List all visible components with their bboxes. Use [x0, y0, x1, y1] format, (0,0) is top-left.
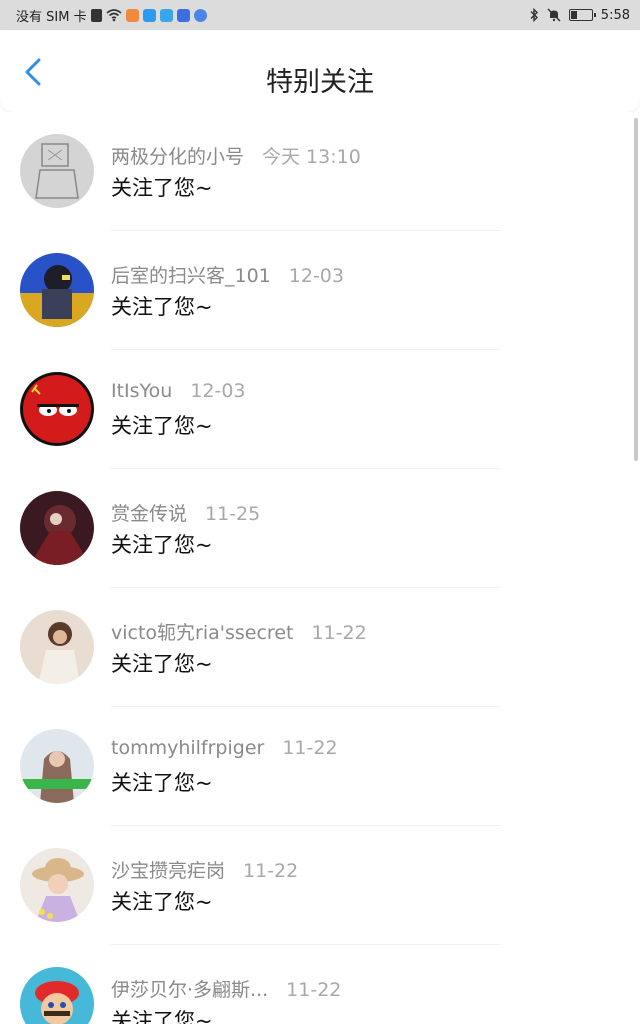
app-browser-icon — [193, 8, 207, 22]
item-header: 后室的扫兴客_101 12-03 — [111, 261, 344, 288]
user-name[interactable]: 两极分化的小号 — [111, 146, 244, 168]
list-item[interactable]: tommyhilfrpiger 11-22 关注了您~ — [0, 707, 640, 826]
item-message: 关注了您~ — [111, 295, 213, 319]
item-message: 关注了您~ — [111, 890, 213, 914]
item-header: 伊莎贝尔·多翩斯... 11-22 — [111, 975, 341, 1002]
avatar[interactable] — [20, 491, 94, 565]
user-name[interactable]: ItIsYou — [111, 380, 172, 402]
avatar[interactable] — [20, 848, 94, 922]
avatar[interactable] — [20, 134, 94, 208]
avatar[interactable] — [20, 729, 94, 803]
item-message: 关注了您~ — [111, 176, 213, 200]
sim-alert-icon — [90, 8, 102, 22]
item-time: 12-03 — [190, 380, 246, 402]
item-time: 11-22 — [286, 979, 342, 1001]
bluetooth-icon — [530, 8, 538, 22]
list-item[interactable]: 沙宝攒亮疟岗 11-22 关注了您~ — [0, 826, 640, 945]
user-name[interactable]: 后室的扫兴客_101 — [111, 265, 271, 287]
list-item[interactable]: victo轭宄ria'ssecret 11-22 关注了您~ — [0, 588, 640, 707]
mute-bell-icon — [547, 8, 561, 22]
avatar[interactable] — [20, 253, 94, 327]
user-name[interactable]: 沙宝攒亮疟岗 — [111, 860, 225, 882]
app-game-icon — [125, 8, 139, 22]
status-bar: 没有 SIM 卡 5:58 — [0, 0, 640, 30]
item-time: 11-25 — [205, 503, 261, 525]
avatar[interactable] — [20, 967, 94, 1024]
item-time: 11-22 — [311, 622, 367, 644]
wifi-icon — [106, 8, 122, 21]
scrollbar[interactable] — [634, 118, 638, 461]
item-time: 11-22 — [243, 860, 299, 882]
list-item[interactable]: ItIsYou 12-03 关注了您~ — [0, 350, 640, 469]
clock-text: 5:58 — [600, 7, 630, 23]
page-title: 特别关注 — [266, 67, 374, 98]
user-name[interactable]: 伊莎贝尔·多翩斯... — [111, 979, 268, 1001]
avatar[interactable] — [20, 372, 94, 446]
user-name[interactable]: 赏金传说 — [111, 503, 187, 525]
item-time: 11-22 — [282, 737, 338, 759]
app-music-icon — [176, 8, 190, 22]
user-name[interactable]: tommyhilfrpiger — [111, 737, 264, 759]
item-header: 赏金传说 11-25 — [111, 499, 260, 526]
item-header: tommyhilfrpiger 11-22 — [111, 737, 338, 759]
item-message: 关注了您~ — [111, 771, 213, 795]
header-bar: 特别关注 — [0, 30, 640, 112]
status-right: 5:58 — [529, 8, 630, 23]
carrier-text: 没有 SIM 卡 — [16, 9, 87, 25]
item-message: 关注了您~ — [111, 414, 213, 438]
item-message: 关注了您~ — [111, 652, 213, 676]
item-message: 关注了您~ — [111, 1009, 213, 1024]
item-time: 12-03 — [288, 265, 344, 287]
battery-icon — [568, 9, 596, 21]
app-bulb-icon — [159, 8, 173, 22]
item-header: ItIsYou 12-03 — [111, 380, 246, 402]
list-item[interactable]: 赏金传说 11-25 关注了您~ — [0, 469, 640, 588]
user-name[interactable]: victo轭宄ria'ssecret — [111, 622, 293, 644]
item-header: victo轭宄ria'ssecret 11-22 — [111, 618, 367, 645]
avatar[interactable] — [20, 610, 94, 684]
item-time: 今天 13:10 — [262, 146, 361, 168]
list-item[interactable]: 伊莎贝尔·多翩斯... 11-22 关注了您~ — [0, 945, 640, 1024]
item-header: 两极分化的小号 今天 13:10 — [111, 142, 361, 169]
status-left: 没有 SIM 卡 — [16, 6, 207, 25]
item-message: 关注了您~ — [111, 533, 213, 557]
list-item[interactable]: 两极分化的小号 今天 13:10 关注了您~ — [0, 112, 640, 231]
app-search-icon — [142, 8, 156, 22]
item-header: 沙宝攒亮疟岗 11-22 — [111, 856, 298, 883]
list-item[interactable]: 后室的扫兴客_101 12-03 关注了您~ — [0, 231, 640, 350]
follow-list[interactable]: 两极分化的小号 今天 13:10 关注了您~ 后室的扫兴客_101 12-03 关注… — [0, 112, 640, 1024]
